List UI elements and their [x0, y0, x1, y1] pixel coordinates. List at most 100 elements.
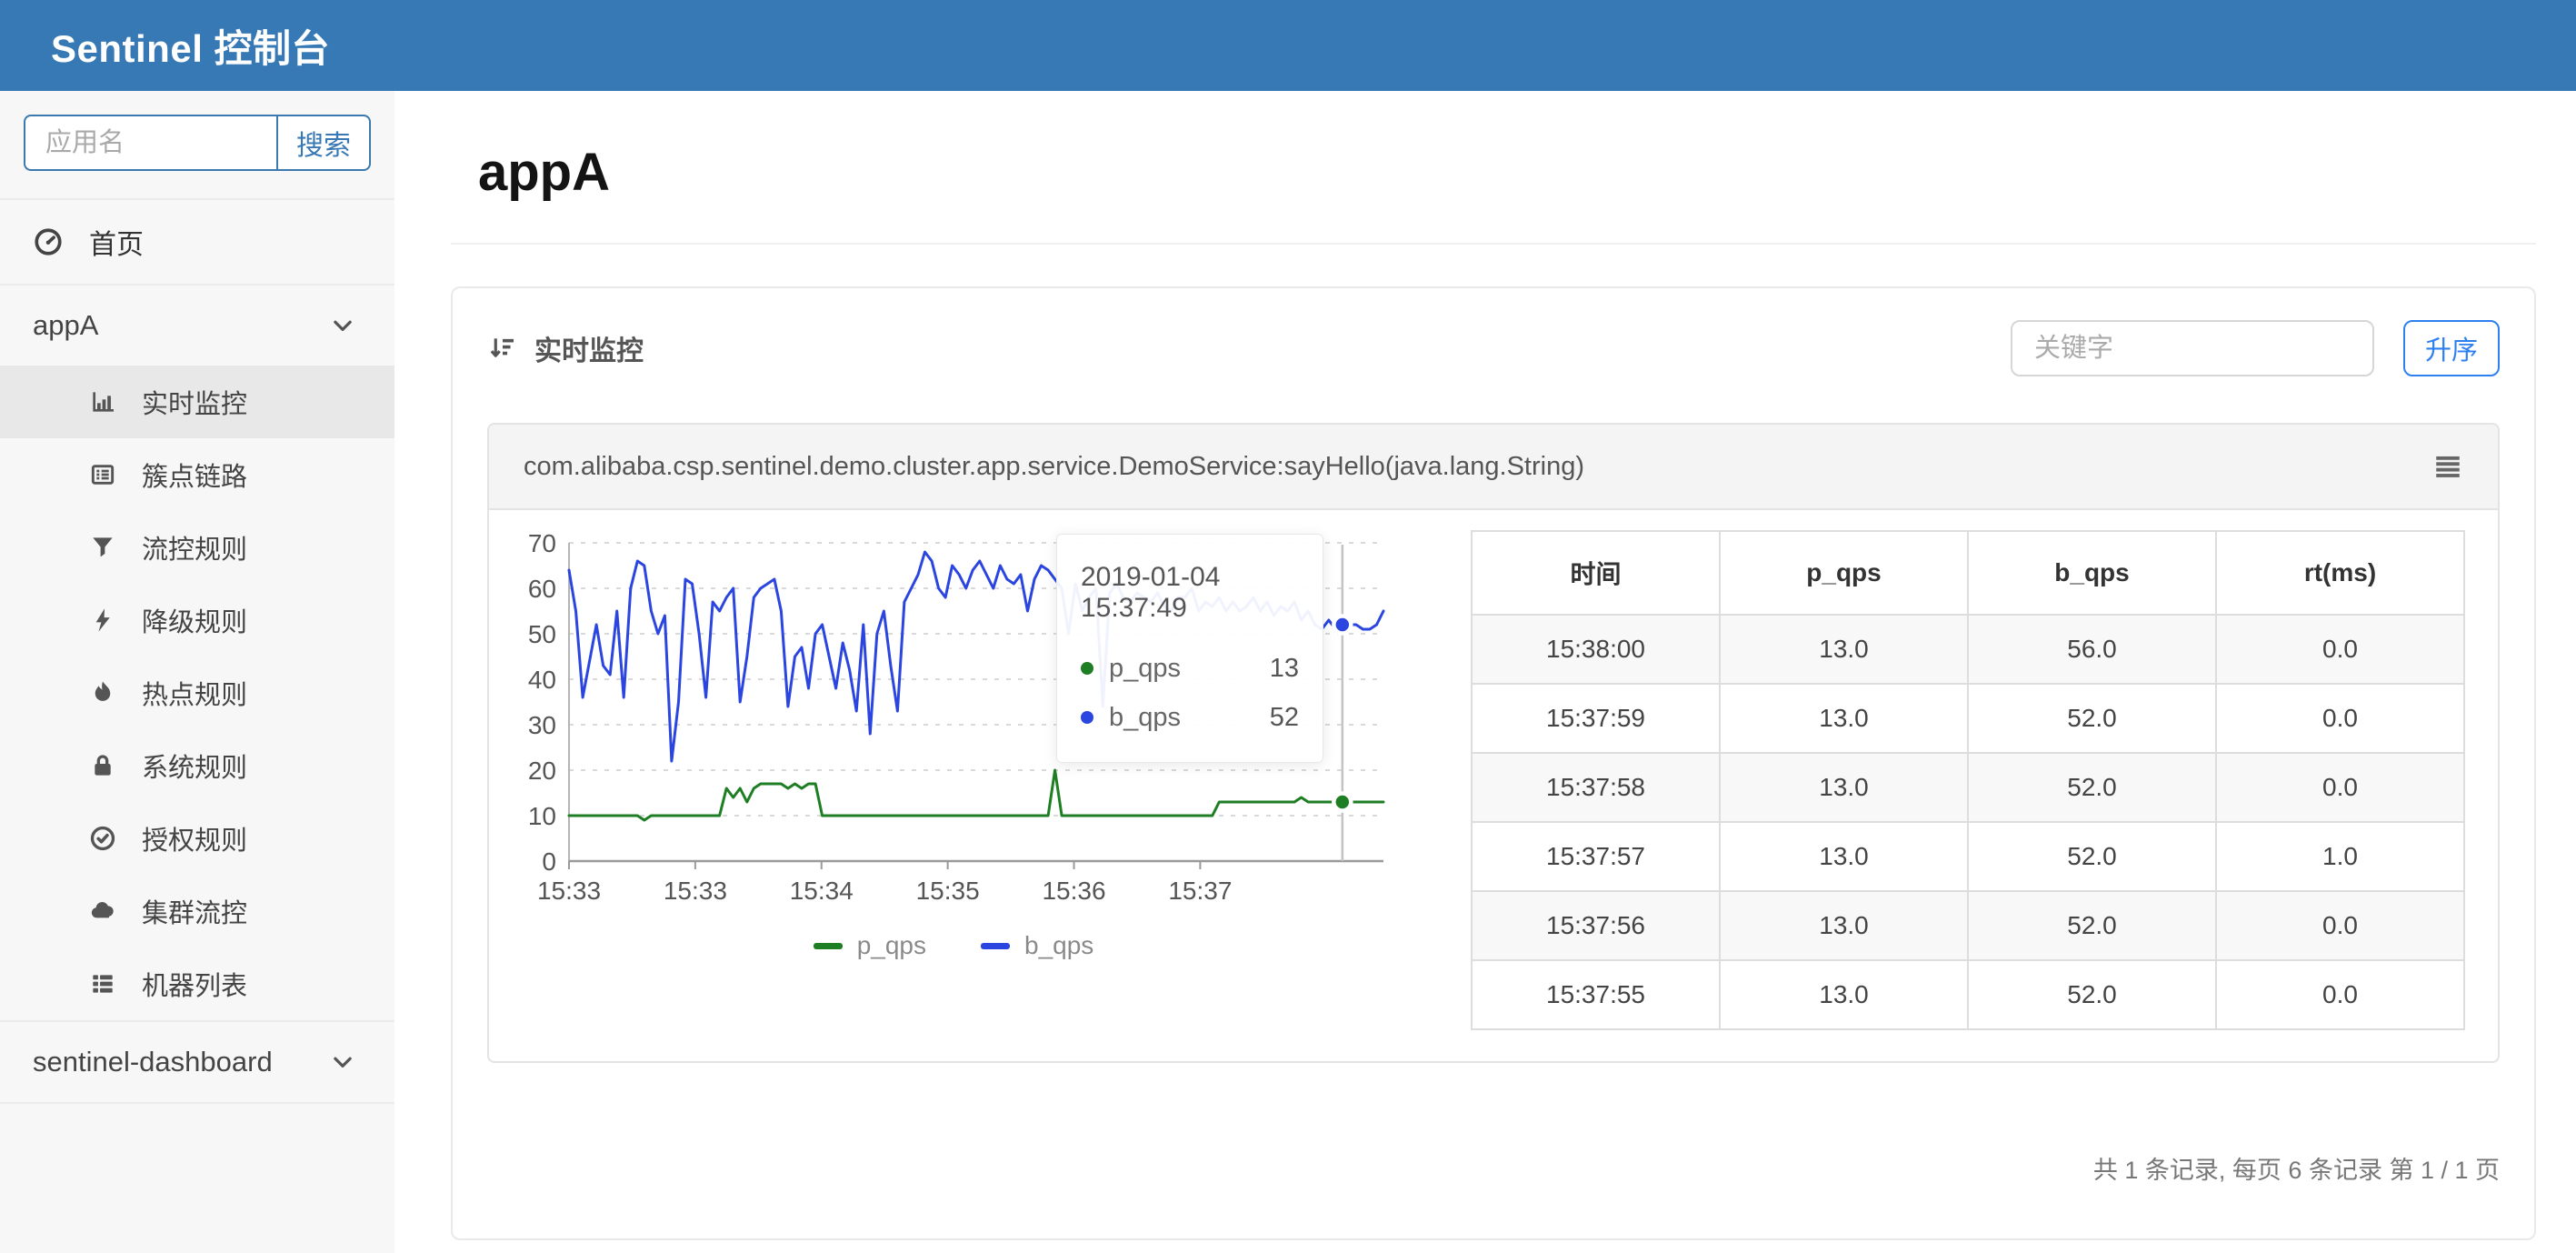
cell-rt: 0.0: [2215, 959, 2465, 1030]
tooltip-row-b-qps: b_qps 52: [1081, 693, 1299, 742]
svg-text:15:34: 15:34: [790, 877, 854, 905]
app-search-input[interactable]: [24, 115, 276, 171]
svg-text:50: 50: [528, 620, 556, 648]
sidebar-item-cluster-flow[interactable]: 集群流控: [0, 875, 394, 947]
legend-swatch-p-qps: [813, 942, 843, 949]
search-button[interactable]: 搜索: [276, 115, 371, 171]
column-header: 时间: [1471, 530, 1721, 616]
sidebar-item-flow-rules[interactable]: 流控规则: [0, 511, 394, 584]
svg-text:40: 40: [528, 666, 556, 694]
legend-entry-p-qps[interactable]: p_qps: [813, 931, 926, 960]
tooltip-timestamp: 2019-01-04 15:37:49: [1081, 562, 1221, 623]
cell-time: 15:37:59: [1471, 683, 1721, 754]
table-row: 15:37:58 13.0 52.0 0.0: [1471, 752, 2465, 823]
sidebar-item-label: 实时监控: [142, 390, 248, 419]
sidebar-group-appA[interactable]: appA: [0, 286, 394, 366]
svg-text:0: 0: [542, 847, 556, 876]
cell-p-qps: 13.0: [1719, 614, 1969, 685]
cell-b-qps: 52.0: [1967, 752, 2217, 823]
cell-p-qps: 13.0: [1719, 752, 1969, 823]
tooltip-row-p-qps: p_qps 13: [1081, 644, 1299, 693]
sidebar-item-system-rules[interactable]: 系统规则: [0, 729, 394, 802]
divider: [451, 243, 2536, 245]
cell-p-qps: 13.0: [1719, 683, 1969, 754]
metrics-table: 时间 p_qps b_qps rt(ms) 15:38:00 13.0 56.0…: [1471, 530, 2465, 1030]
sidebar-item-home[interactable]: 首页: [0, 200, 394, 284]
svg-text:15:37: 15:37: [1168, 877, 1232, 905]
cell-rt: 0.0: [2215, 752, 2465, 823]
hamburger-menu-icon[interactable]: [2432, 451, 2463, 482]
sidebar-item-label: 授权规则: [142, 827, 248, 856]
divider: [0, 1102, 394, 1104]
column-header: p_qps: [1719, 530, 1969, 616]
table-row: 15:37:59 13.0 52.0 0.0: [1471, 683, 2465, 754]
chevron-down-icon: [327, 1047, 358, 1078]
blue-dot-icon: [1081, 711, 1093, 724]
tooltip-series-value: 52: [1269, 702, 1299, 732]
svg-text:15:35: 15:35: [916, 877, 980, 905]
svg-text:15:33: 15:33: [664, 877, 727, 905]
svg-text:70: 70: [528, 530, 556, 557]
sidebar: 搜索 首页 appA 实时监控 簇点链路: [0, 91, 394, 1253]
legend-swatch-b-qps: [981, 942, 1010, 949]
sidebar-item-degrade-rules[interactable]: 降级规则: [0, 584, 394, 657]
cell-time: 15:37:58: [1471, 752, 1721, 823]
cell-rt: 1.0: [2215, 821, 2465, 892]
bolt-icon: [87, 605, 118, 636]
pagination-summary: 共 1 条记录, 每页 6 条记录 第 1 / 1 页: [2092, 1157, 2500, 1184]
cell-rt: 0.0: [2215, 683, 2465, 754]
bar-chart-icon: [87, 386, 118, 417]
cell-p-qps: 13.0: [1719, 959, 1969, 1030]
tooltip-series-name: p_qps: [1109, 653, 1182, 683]
group-label: appA: [33, 309, 99, 341]
top-navbar: Sentinel 控制台: [0, 0, 2576, 91]
cell-b-qps: 52.0: [1967, 821, 2217, 892]
lock-icon: [87, 750, 118, 781]
ascending-sort-button[interactable]: 升序: [2402, 320, 2500, 376]
svg-text:30: 30: [528, 711, 556, 739]
chart-tooltip: 2019-01-04 15:37:49 p_qps 13 b_qps 52: [1056, 534, 1323, 763]
chart-legend: p_qps b_qps: [516, 931, 1391, 960]
filter-icon: [87, 532, 118, 563]
svg-text:20: 20: [528, 757, 556, 785]
list-alt-icon: [87, 459, 118, 490]
sidebar-item-label: 系统规则: [142, 754, 248, 783]
main-content: appA 实时监控 升序 com.alibaba.csp.sentinel.de…: [394, 91, 2576, 1253]
cell-time: 15:37:57: [1471, 821, 1721, 892]
svg-text:15:36: 15:36: [1042, 877, 1105, 905]
sidebar-item-label: 簇点链路: [142, 463, 248, 492]
cell-rt: 0.0: [2215, 890, 2465, 961]
resource-name: com.alibaba.csp.sentinel.demo.cluster.ap…: [524, 451, 1584, 481]
qps-line-chart[interactable]: 0 10 20 30 40 50 60 70 15:33 15:33 15:34 15:35 15:36…: [516, 529, 1391, 1030]
svg-text:10: 10: [528, 802, 556, 830]
realtime-monitor-panel: 实时监控 升序 com.alibaba.csp.sentinel.demo.cl…: [451, 286, 2536, 1240]
cell-b-qps: 56.0: [1967, 614, 2217, 685]
sidebar-item-authority-rules[interactable]: 授权规则: [0, 802, 394, 875]
cell-time: 15:37:56: [1471, 890, 1721, 961]
table-row: 15:37:56 13.0 52.0 0.0: [1471, 890, 2465, 961]
sidebar-item-label: 降级规则: [142, 608, 248, 637]
sidebar-item-label: 机器列表: [142, 972, 248, 1001]
cloud-icon: [87, 896, 118, 927]
legend-entry-b-qps[interactable]: b_qps: [981, 931, 1093, 960]
chevron-down-icon: [327, 310, 358, 341]
column-header: b_qps: [1967, 530, 2217, 616]
page-title: appA: [478, 143, 610, 202]
sidebar-item-hotspot-rules[interactable]: 热点规则: [0, 657, 394, 729]
column-header: rt(ms): [2215, 530, 2465, 616]
sidebar-group-sentinel-dashboard[interactable]: sentinel-dashboard: [0, 1022, 394, 1102]
sidebar-item-label: 流控规则: [142, 536, 248, 565]
sidebar-item-label: 热点规则: [142, 681, 248, 710]
sidebar-item-cluster-link[interactable]: 簇点链路: [0, 438, 394, 511]
th-list-icon: [87, 968, 118, 999]
panel-title: 实时监控: [534, 336, 644, 366]
table-row: 15:37:57 13.0 52.0 1.0: [1471, 821, 2465, 892]
flame-icon: [87, 677, 118, 708]
sidebar-item-machine-list[interactable]: 机器列表: [0, 947, 394, 1020]
legend-label: b_qps: [1024, 931, 1094, 959]
tooltip-series-name: b_qps: [1109, 702, 1182, 732]
svg-text:15:33: 15:33: [537, 877, 601, 905]
sidebar-item-realtime-monitor[interactable]: 实时监控: [0, 366, 394, 438]
keyword-input[interactable]: [2010, 320, 2374, 376]
resource-card: com.alibaba.csp.sentinel.demo.cluster.ap…: [487, 423, 2500, 1063]
